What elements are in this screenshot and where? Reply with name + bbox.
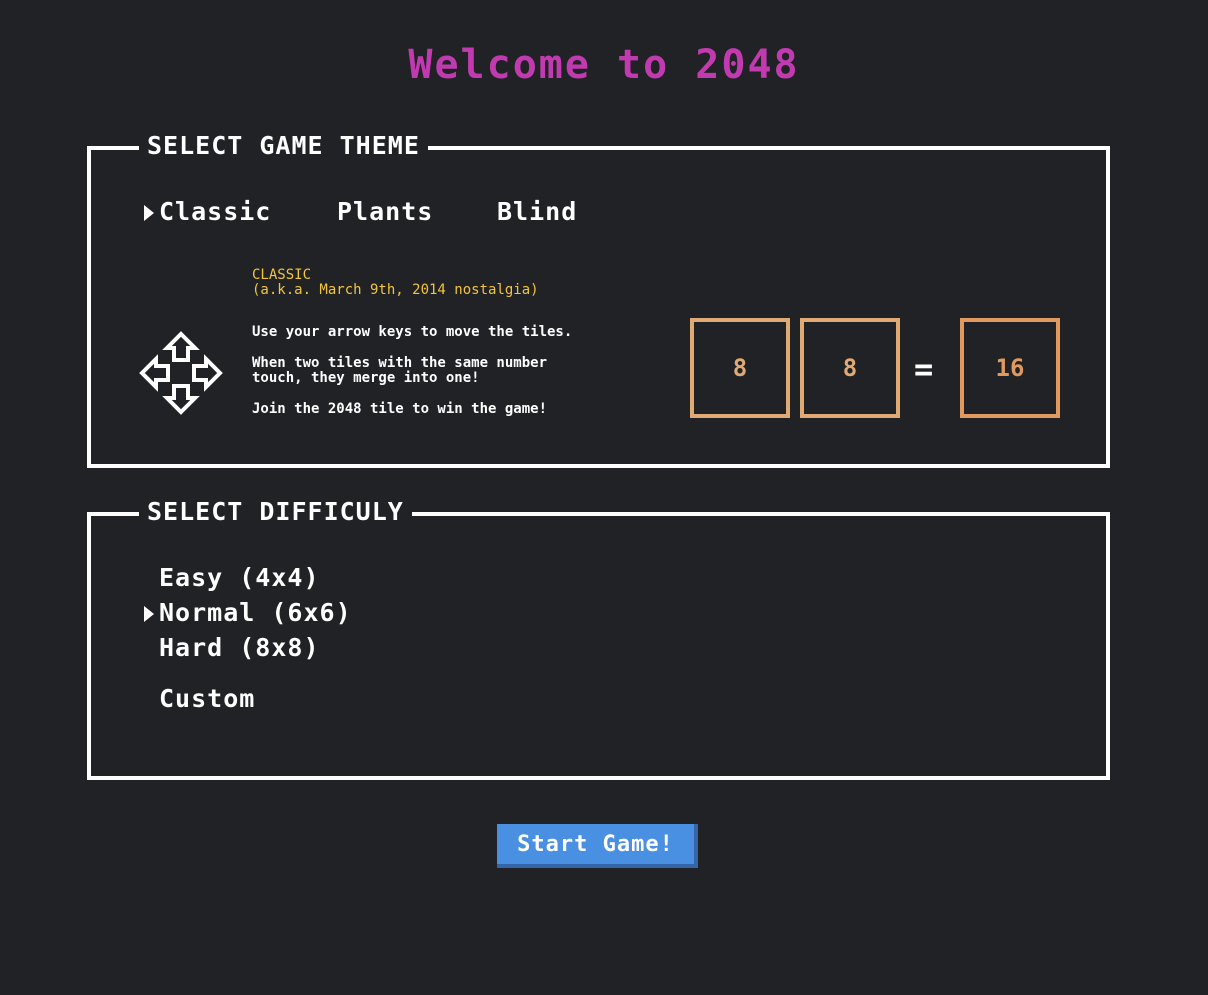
arrow-keys-icon [139,331,223,415]
instruction-goal: Join the 2048 tile to win the game! [252,401,548,417]
example-tile-result: 16 [960,318,1060,418]
instruction-move: Use your arrow keys to move the tiles. [252,324,573,340]
difficulty-option-normal[interactable]: Normal (6x6) [159,598,352,628]
difficulty-panel: SELECT DIFFICULY Easy (4x4) Normal (6x6)… [87,497,1110,780]
page-title: Welcome to 2048 [408,42,800,88]
difficulty-panel-legend: SELECT DIFFICULY [139,497,412,527]
theme-description-heading: CLASSIC (a.k.a. March 9th, 2014 nostalgi… [252,267,539,298]
selected-pointer-icon [144,606,154,622]
equals-sign: = [914,350,934,388]
instruction-merge: When two tiles with the same number touc… [252,355,548,386]
difficulty-option-hard[interactable]: Hard (8x8) [159,633,320,663]
selected-pointer-icon [144,205,154,221]
difficulty-option-custom[interactable]: Custom [159,684,255,714]
theme-option-blind[interactable]: Blind [497,197,577,227]
theme-panel-legend: SELECT GAME THEME [139,131,428,161]
theme-option-classic[interactable]: Classic [159,197,271,227]
example-tile-a: 8 [690,318,790,418]
theme-panel: SELECT GAME THEME Classic Plants Blind C… [87,131,1110,468]
start-game-button[interactable]: Start Game! [497,824,698,868]
theme-option-plants[interactable]: Plants [337,197,433,227]
example-tile-b: 8 [800,318,900,418]
difficulty-option-easy[interactable]: Easy (4x4) [159,563,320,593]
